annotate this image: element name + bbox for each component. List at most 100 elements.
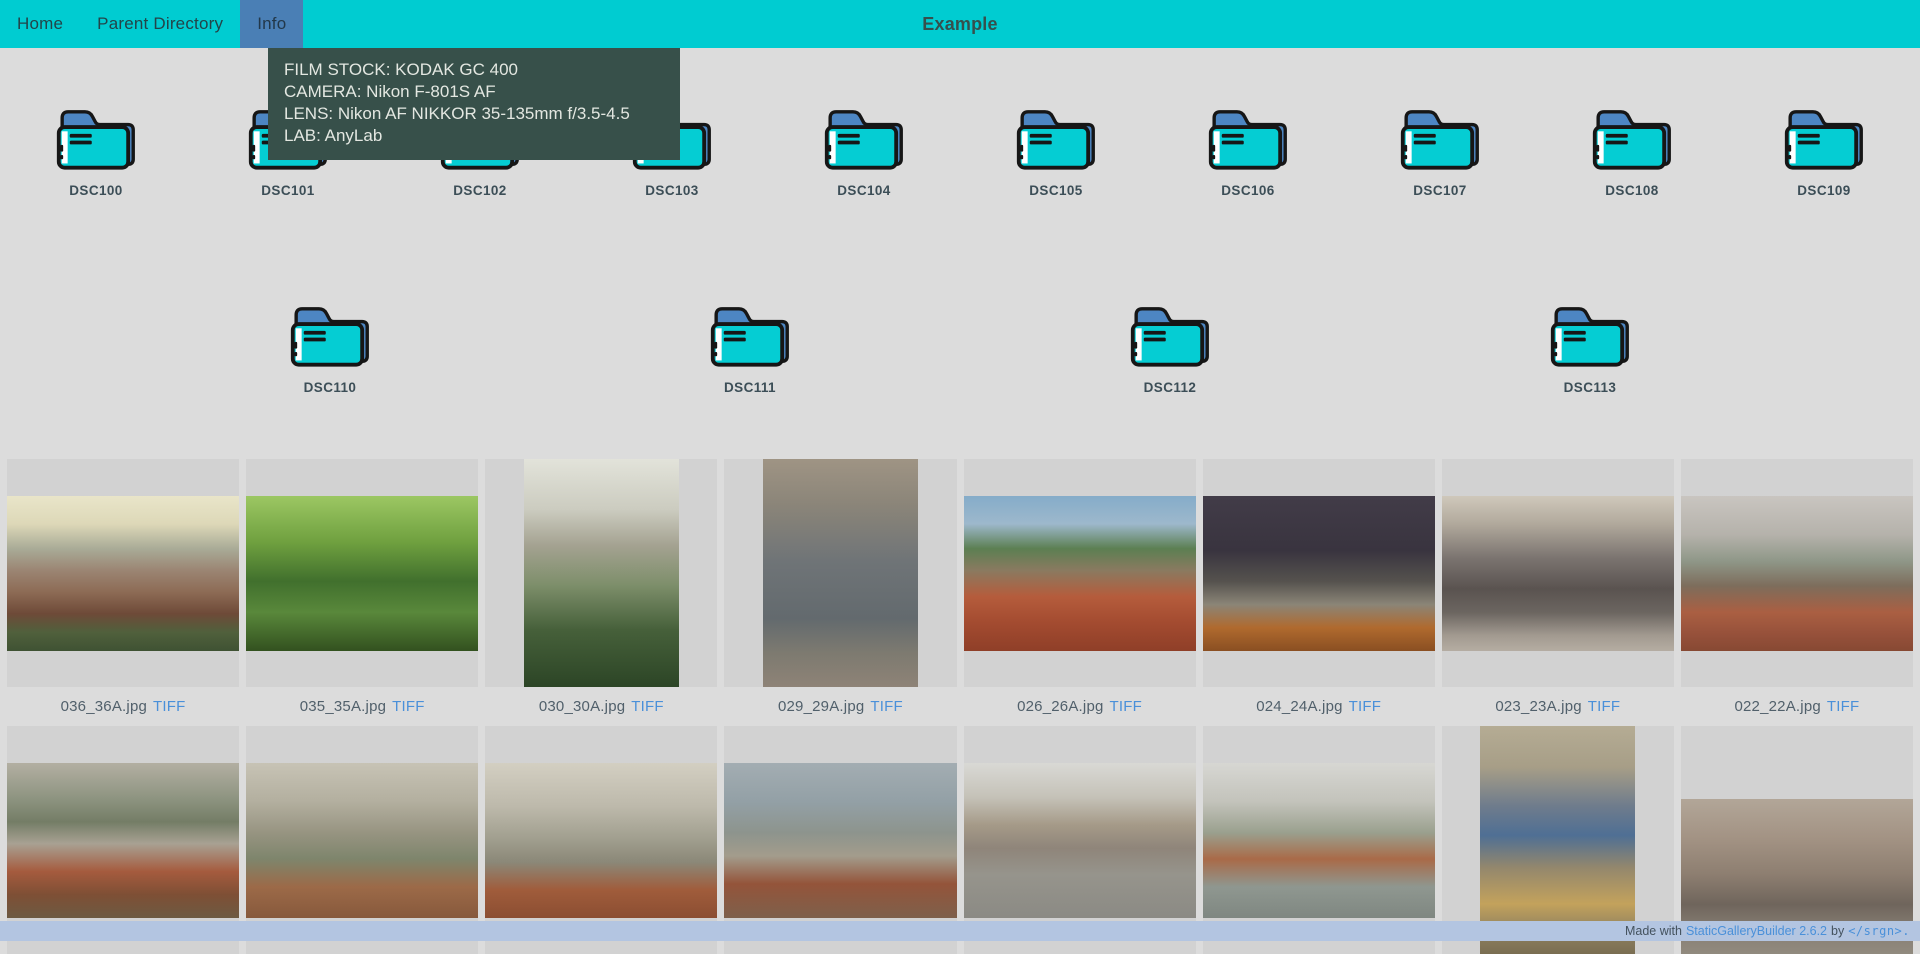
thumbnail[interactable] xyxy=(724,459,956,687)
thumbnail-caption: 030_30A.jpg TIFF xyxy=(485,687,717,726)
thumbnail-caption: 022_22A.jpg TIFF xyxy=(1681,687,1913,726)
thumbnail[interactable] xyxy=(724,726,956,954)
folder-dsc100[interactable]: DSC100 xyxy=(0,105,192,198)
footer-builder-link[interactable]: StaticGalleryBuilder 2.6.2 xyxy=(1686,924,1827,938)
filename-text: 024_24A.jpg xyxy=(1256,698,1342,715)
folder-dsc109[interactable]: DSC109 xyxy=(1728,105,1920,198)
folder-icon xyxy=(1012,105,1100,172)
thumbnail[interactable] xyxy=(7,726,239,954)
thumbnail[interactable] xyxy=(1442,459,1674,687)
thumbnail[interactable] xyxy=(1442,726,1674,954)
thumbnail[interactable] xyxy=(964,459,1196,687)
folder-dsc113[interactable]: DSC113 xyxy=(1380,302,1800,395)
tooltip-line: LAB: AnyLab xyxy=(284,125,664,147)
folder-icon xyxy=(1546,302,1634,369)
gallery-item: 035_35A.jpg TIFF xyxy=(246,459,478,726)
photo-placeholder xyxy=(524,459,679,687)
folder-icon xyxy=(286,302,374,369)
gallery-item xyxy=(1442,726,1674,954)
thumbnail-caption: 024_24A.jpg TIFF xyxy=(1203,687,1435,726)
thumbnail-caption: 029_29A.jpg TIFF xyxy=(724,687,956,726)
filename-text: 022_22A.jpg xyxy=(1734,698,1820,715)
thumbnail[interactable] xyxy=(485,726,717,954)
photo-placeholder xyxy=(485,763,717,918)
folder-dsc112[interactable]: DSC112 xyxy=(960,302,1380,395)
thumbnail-grid: 036_36A.jpg TIFF 035_35A.jpg TIFF 030_30… xyxy=(0,459,1920,954)
folder-label: DSC108 xyxy=(1605,183,1658,198)
tiff-link[interactable]: TIFF xyxy=(870,698,902,715)
folder-row-2: DSC110 DSC111 DSC112 xyxy=(0,302,1920,395)
top-nav: HomeParent DirectoryInfo Example xyxy=(0,0,1920,48)
folder-icon xyxy=(1588,105,1676,172)
tiff-link[interactable]: TIFF xyxy=(153,698,185,715)
folder-dsc106[interactable]: DSC106 xyxy=(1152,105,1344,198)
info-tooltip: FILM STOCK: KODAK GC 400CAMERA: Nikon F-… xyxy=(268,48,680,160)
photo-placeholder xyxy=(1681,496,1913,651)
folder-label: DSC101 xyxy=(261,183,314,198)
folder-label: DSC109 xyxy=(1797,183,1850,198)
folder-dsc111[interactable]: DSC111 xyxy=(540,302,960,395)
folder-icon xyxy=(1396,105,1484,172)
thumbnail[interactable] xyxy=(246,726,478,954)
gallery-item xyxy=(724,726,956,954)
folder-dsc108[interactable]: DSC108 xyxy=(1536,105,1728,198)
thumbnail[interactable] xyxy=(7,459,239,687)
folder-icon xyxy=(52,105,140,172)
gallery-item xyxy=(246,726,478,954)
tiff-link[interactable]: TIFF xyxy=(1827,698,1859,715)
photo-placeholder xyxy=(964,763,1196,918)
photo-placeholder xyxy=(1203,496,1435,651)
folder-icon xyxy=(820,105,908,172)
tiff-link[interactable]: TIFF xyxy=(1110,698,1142,715)
thumbnail[interactable] xyxy=(1203,726,1435,954)
nav-item-info[interactable]: Info xyxy=(240,0,303,48)
folder-icon xyxy=(1204,105,1292,172)
photo-placeholder xyxy=(763,459,918,687)
tiff-link[interactable]: TIFF xyxy=(1349,698,1381,715)
thumbnail[interactable] xyxy=(964,726,1196,954)
tiff-link[interactable]: TIFF xyxy=(631,698,663,715)
photo-placeholder xyxy=(7,763,239,918)
photo-placeholder xyxy=(246,496,478,651)
nav-item-home[interactable]: Home xyxy=(0,0,80,48)
folder-dsc104[interactable]: DSC104 xyxy=(768,105,960,198)
gallery-item xyxy=(485,726,717,954)
gallery-item xyxy=(1203,726,1435,954)
folder-dsc107[interactable]: DSC107 xyxy=(1344,105,1536,198)
thumbnail[interactable] xyxy=(1203,459,1435,687)
thumbnail[interactable] xyxy=(246,459,478,687)
folder-label: DSC104 xyxy=(837,183,890,198)
folder-label: DSC102 xyxy=(453,183,506,198)
footer-logo[interactable]: </srgn>. xyxy=(1848,924,1910,938)
footer-made-with: Made with xyxy=(1625,924,1682,938)
filename-text: 029_29A.jpg xyxy=(778,698,864,715)
photo-placeholder xyxy=(1480,726,1635,954)
folder-dsc105[interactable]: DSC105 xyxy=(960,105,1152,198)
gallery-item xyxy=(1681,726,1913,954)
folder-label: DSC103 xyxy=(645,183,698,198)
thumbnail[interactable] xyxy=(1681,459,1913,687)
thumbnail[interactable] xyxy=(1681,726,1913,954)
filename-text: 026_26A.jpg xyxy=(1017,698,1103,715)
folder-label: DSC112 xyxy=(1144,380,1197,395)
filename-text: 030_30A.jpg xyxy=(539,698,625,715)
thumbnail-caption: 023_23A.jpg TIFF xyxy=(1442,687,1674,726)
folder-icon xyxy=(1780,105,1868,172)
folder-label: DSC105 xyxy=(1029,183,1082,198)
nav-item-parent-directory[interactable]: Parent Directory xyxy=(80,0,240,48)
gallery-item: 029_29A.jpg TIFF xyxy=(724,459,956,726)
folder-dsc110[interactable]: DSC110 xyxy=(120,302,540,395)
photo-placeholder xyxy=(964,496,1196,651)
thumbnail[interactable] xyxy=(485,459,717,687)
footer: Made with StaticGalleryBuilder 2.6.2 by … xyxy=(0,921,1920,941)
page-title: Example xyxy=(922,0,997,48)
folder-label: DSC107 xyxy=(1413,183,1466,198)
folder-label: DSC113 xyxy=(1564,380,1617,395)
gallery-item: 026_26A.jpg TIFF xyxy=(964,459,1196,726)
folder-label: DSC111 xyxy=(724,380,776,395)
tiff-link[interactable]: TIFF xyxy=(392,698,424,715)
thumbnail-caption: 035_35A.jpg TIFF xyxy=(246,687,478,726)
tooltip-line: CAMERA: Nikon F-801S AF xyxy=(284,81,664,103)
tiff-link[interactable]: TIFF xyxy=(1588,698,1620,715)
folder-label: DSC106 xyxy=(1221,183,1274,198)
